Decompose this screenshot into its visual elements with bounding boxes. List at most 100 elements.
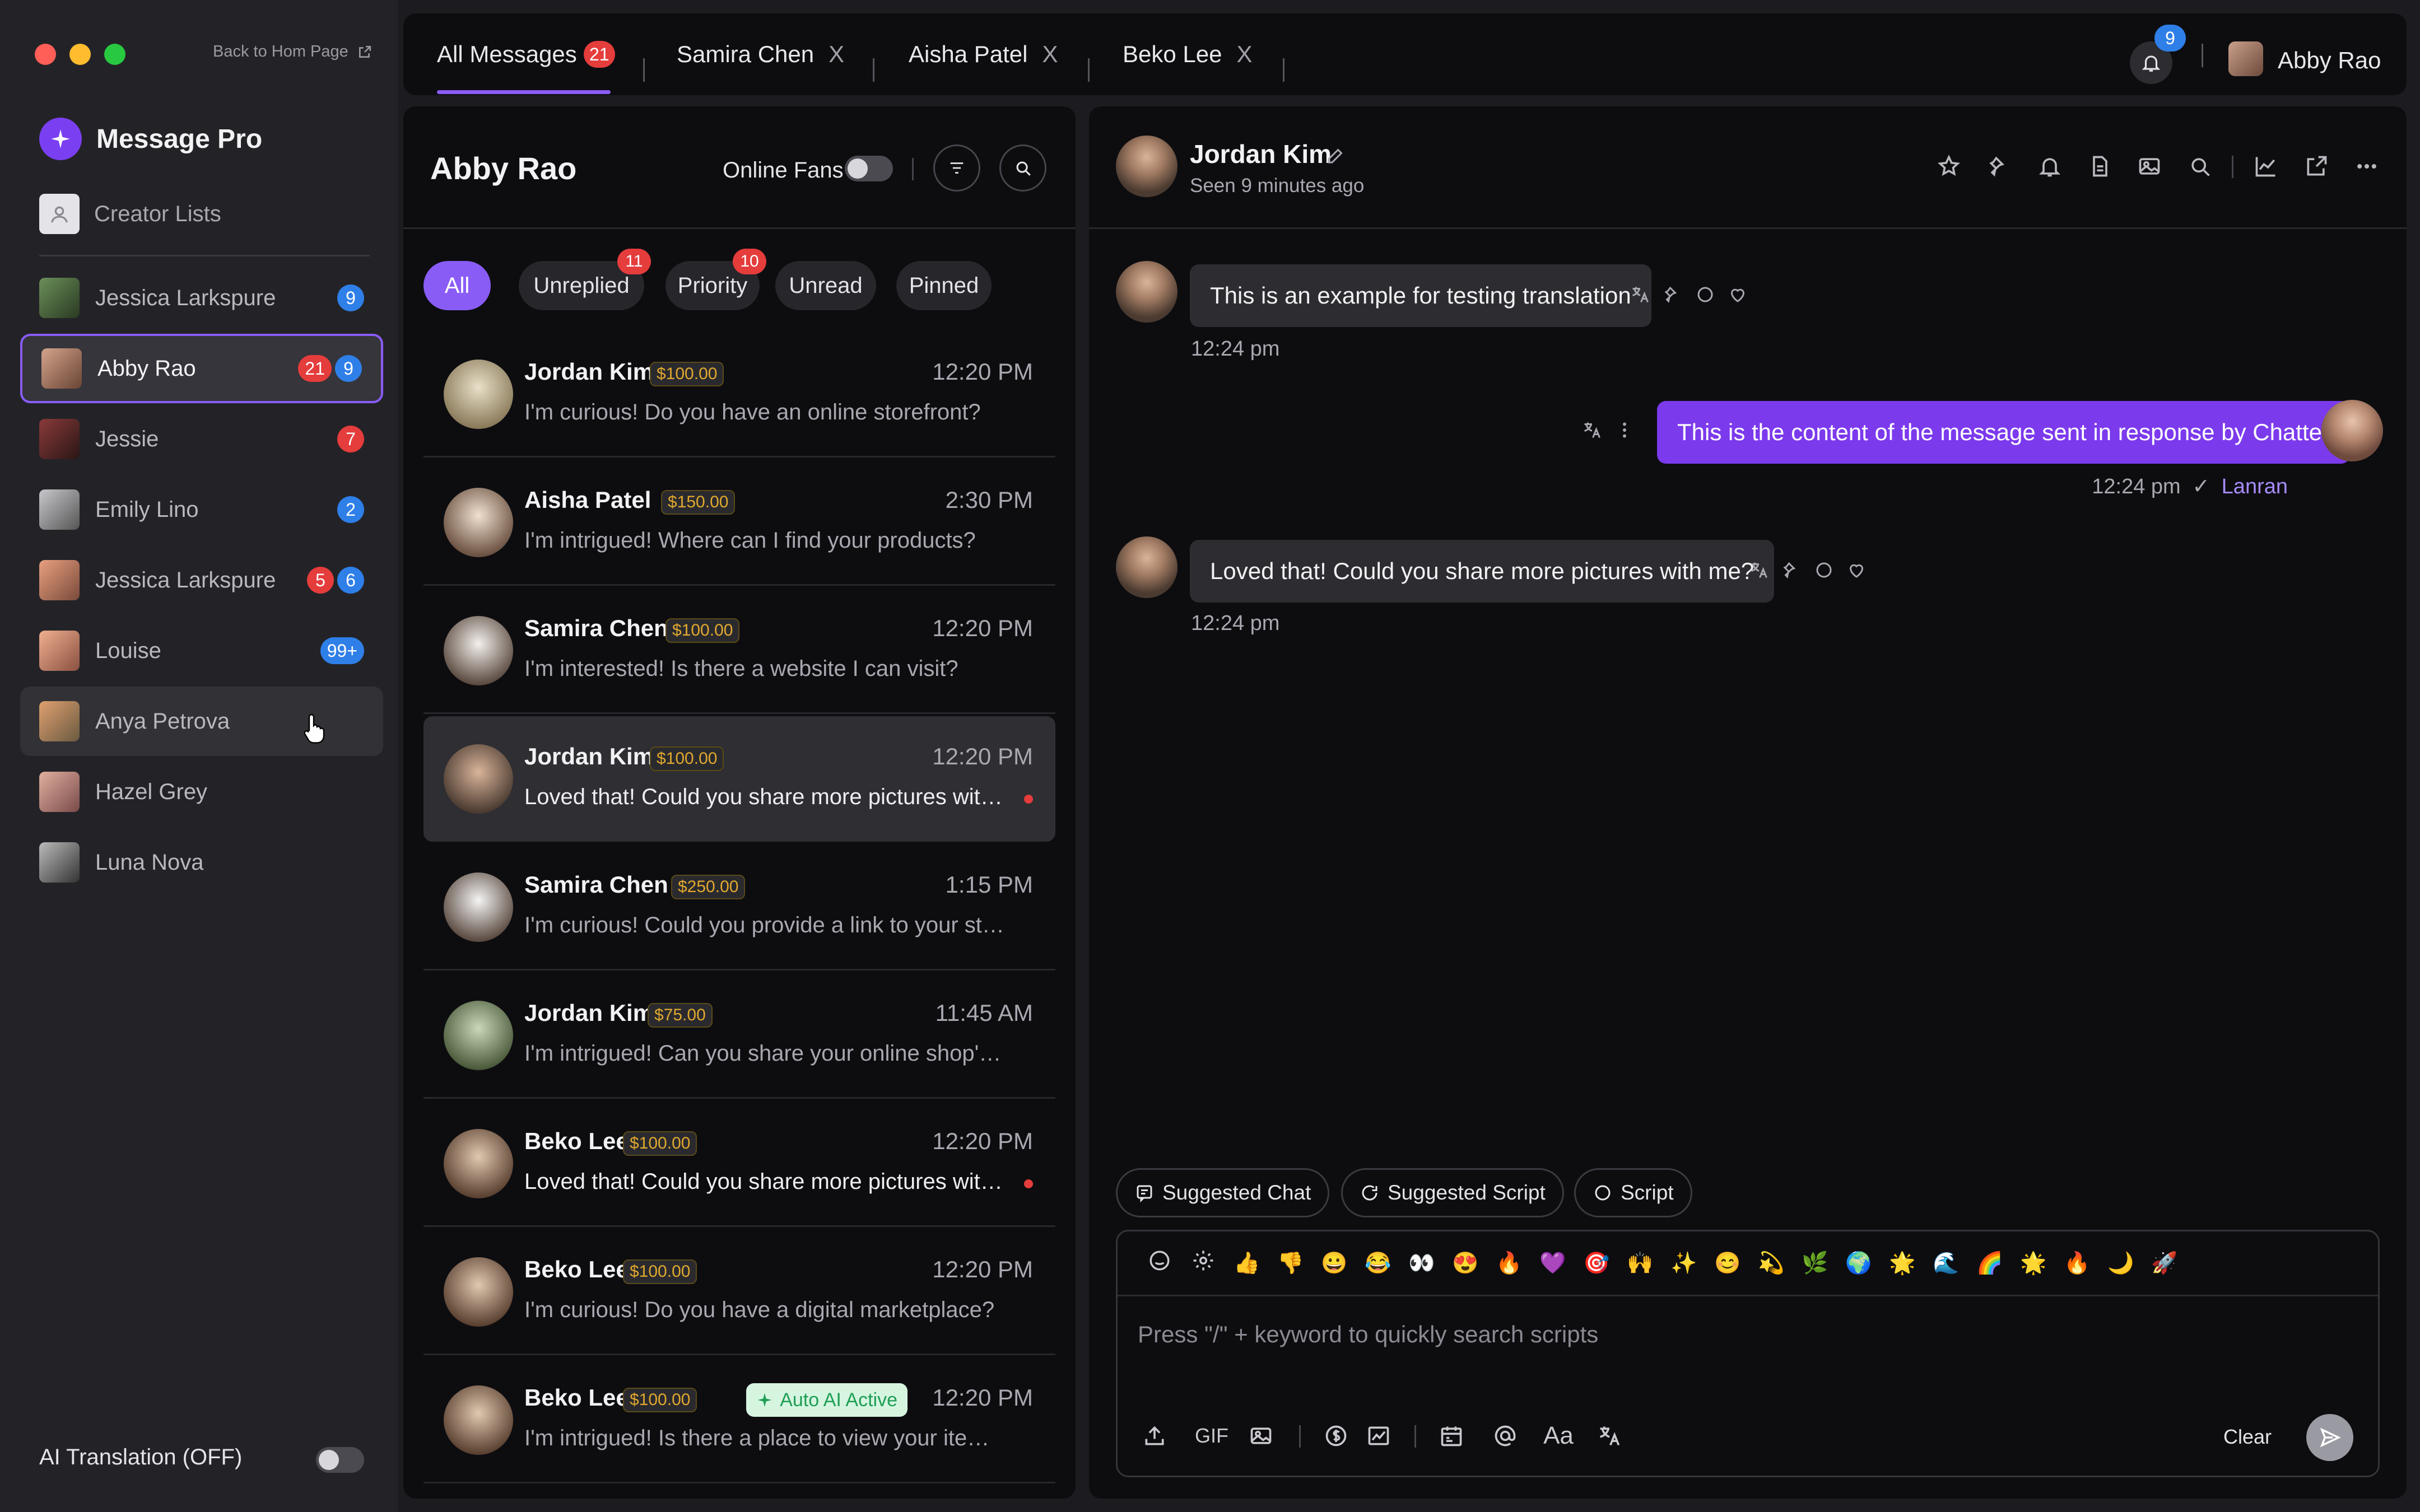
close-window-button[interactable]	[35, 44, 56, 65]
sidebar-item-jessica-larkspure[interactable]: Jessica Larkspure 9	[20, 263, 383, 333]
chart-icon[interactable]	[2252, 152, 2280, 180]
external-link-icon[interactable]	[2302, 152, 2330, 180]
emoji-button[interactable]: 🌿	[1793, 1251, 1837, 1276]
emoji-button[interactable]: 🔥	[1487, 1251, 1531, 1276]
tab-beko-lee[interactable]: Beko Lee X	[1123, 13, 1253, 95]
heart-icon[interactable]	[1728, 284, 1748, 305]
ai-translation-toggle[interactable]	[316, 1447, 364, 1473]
suggested-chat-button[interactable]: Suggested Chat	[1116, 1168, 1330, 1217]
emoji-button[interactable]: 😂	[1356, 1251, 1400, 1276]
clear-button[interactable]: Clear	[2223, 1425, 2272, 1449]
close-tab-icon[interactable]: X	[1042, 41, 1058, 68]
sidebar-item-anya-petrova[interactable]: Anya Petrova	[20, 687, 383, 756]
sidebar-item-abby-rao[interactable]: Abby Rao 21 9	[20, 334, 383, 403]
conversation-item[interactable]: Samira Chen $250.00 1:15 PM I'm curious! Co…	[424, 844, 1055, 970]
emoji-button[interactable]: 🌊	[1924, 1251, 1968, 1276]
emoji-button[interactable]: 🔥	[2055, 1251, 2099, 1276]
schedule-button[interactable]	[1435, 1416, 1468, 1455]
emoji-button[interactable]: 👎	[1269, 1251, 1313, 1276]
upload-button[interactable]	[1138, 1416, 1171, 1455]
outgoing-message-bubble[interactable]: This is the content of the message sent …	[1657, 401, 2350, 464]
emoji-button[interactable]: 👀	[1400, 1251, 1444, 1276]
image-icon[interactable]	[2135, 152, 2163, 180]
search-icon[interactable]	[2186, 152, 2214, 180]
pin-icon[interactable]	[1985, 152, 2013, 180]
suggested-script-button[interactable]: Suggested Script	[1341, 1168, 1564, 1217]
emoji-button[interactable]: 😊	[1706, 1251, 1749, 1276]
incoming-message-bubble[interactable]: Loved that! Could you share more picture…	[1190, 540, 1775, 603]
emoji-button[interactable]: 🙌	[1618, 1251, 1662, 1276]
emoji-button[interactable]: 🚀	[2143, 1251, 2186, 1276]
close-tab-icon[interactable]: X	[1236, 41, 1252, 68]
sidebar-item-luna-nova[interactable]: Luna Nova	[20, 828, 383, 897]
contact-avatar[interactable]	[1116, 136, 1178, 197]
conversation-item[interactable]: Beko Lee $100.00 Auto AI Active 12:20 PM I'm…	[424, 1357, 1055, 1483]
bell-icon[interactable]	[2036, 152, 2064, 180]
close-tab-icon[interactable]: X	[829, 41, 844, 68]
more-icon[interactable]	[2353, 152, 2381, 180]
user-avatar[interactable]	[2228, 41, 2263, 76]
document-icon[interactable]	[2086, 152, 2114, 180]
conversation-item[interactable]: Jordan Kim $100.00 12:20 PM I'm curious! Do…	[424, 332, 1055, 457]
filter-chip-unreplied[interactable]: Unreplied 11	[519, 249, 651, 310]
pin-icon[interactable]	[1781, 560, 1802, 580]
incoming-message-bubble[interactable]: This is an example for testing translati…	[1190, 264, 1651, 327]
sidebar-item-jessie[interactable]: Jessie 7	[20, 404, 383, 474]
conversation-item[interactable]: Jordan Kim $100.00 12:20 PM Loved that! Cou…	[424, 716, 1055, 842]
back-to-home-link[interactable]: Back to Hom Page	[213, 43, 372, 61]
sidebar-item-louise[interactable]: Louise 99+	[20, 616, 383, 685]
reply-icon[interactable]	[1814, 560, 1834, 580]
heart-icon[interactable]	[1846, 560, 1867, 580]
emoji-button[interactable]: 🌟	[1881, 1251, 1924, 1276]
online-fans-toggle[interactable]	[845, 156, 893, 181]
emoji-button[interactable]: 🌟	[2012, 1251, 2055, 1276]
creator-lists-link[interactable]: Creator Lists	[39, 194, 221, 234]
sidebar-item-jessica-larkspure[interactable]: Jessica Larkspure 5 6	[20, 545, 383, 615]
conversation-item[interactable]: Aisha Patel $150.00 2:30 PM I'm intrigued! …	[424, 460, 1055, 585]
tab-all-messages[interactable]: All Messages 21	[437, 13, 615, 95]
filter-chip-pinned[interactable]: Pinned	[896, 261, 992, 310]
filter-chip-unread[interactable]: Unread	[775, 261, 876, 310]
emoji-button[interactable]: 👍	[1225, 1251, 1269, 1276]
filter-chip-priority[interactable]: Priority 10	[666, 249, 766, 310]
minimize-window-button[interactable]	[69, 44, 91, 65]
script-button[interactable]: Script	[1574, 1168, 1692, 1217]
gif-button[interactable]: GIF	[1189, 1416, 1234, 1455]
filter-chip-all[interactable]: All	[424, 261, 491, 310]
conversation-item[interactable]: Beko Lee $100.00 12:20 PM I'm curious! Do y…	[424, 1229, 1055, 1355]
translate-button[interactable]	[1593, 1416, 1626, 1455]
image-button[interactable]	[1244, 1416, 1278, 1455]
price-button[interactable]	[1319, 1416, 1353, 1455]
emoji-button[interactable]: 🎯	[1575, 1251, 1618, 1276]
tab-samira-chen[interactable]: Samira Chen X	[677, 13, 844, 95]
tab-aisha-patel[interactable]: Aisha Patel X	[909, 13, 1058, 95]
edit-pencil-icon[interactable]	[1325, 146, 1346, 166]
conversation-item[interactable]: Jordan Kim $75.00 11:45 AM I'm intrigued! C…	[424, 973, 1055, 1098]
emoji-button[interactable]: 💫	[1749, 1251, 1793, 1276]
settings-gear-icon[interactable]	[1181, 1249, 1225, 1278]
translate-icon[interactable]	[1749, 560, 1769, 580]
smiley-picker-icon[interactable]	[1138, 1249, 1181, 1278]
emoji-button[interactable]: 💜	[1531, 1251, 1575, 1276]
stats-button[interactable]	[1362, 1416, 1395, 1455]
sidebar-item-emily-lino[interactable]: Emily Lino 2	[20, 475, 383, 544]
text-format-button[interactable]: Aa	[1539, 1416, 1578, 1455]
emoji-button[interactable]: 😀	[1313, 1251, 1356, 1276]
emoji-button[interactable]: ✨	[1662, 1251, 1706, 1276]
emoji-button[interactable]: 😍	[1444, 1251, 1487, 1276]
send-button[interactable]	[2306, 1414, 2353, 1461]
conversation-item[interactable]: Beko Lee $100.00 12:20 PM Loved that! Could…	[424, 1101, 1055, 1226]
user-name[interactable]: Abby Rao	[2278, 47, 2381, 74]
conversation-item[interactable]: Samira Chen $100.00 12:20 PM I'm interested…	[424, 588, 1055, 713]
composer-input[interactable]: Press "/" + keyword to quickly search sc…	[1138, 1321, 1598, 1348]
filter-button[interactable]	[933, 144, 980, 192]
pin-icon[interactable]	[1663, 284, 1683, 305]
reply-icon[interactable]	[1695, 284, 1715, 305]
translate-icon[interactable]	[1582, 420, 1602, 440]
mention-button[interactable]	[1488, 1416, 1522, 1455]
maximize-window-button[interactable]	[104, 44, 125, 65]
emoji-button[interactable]: 🌙	[2099, 1251, 2143, 1276]
more-vertical-icon[interactable]	[1614, 420, 1635, 440]
sidebar-item-hazel-grey[interactable]: Hazel Grey	[20, 757, 383, 827]
translate-icon[interactable]	[1630, 284, 1650, 305]
